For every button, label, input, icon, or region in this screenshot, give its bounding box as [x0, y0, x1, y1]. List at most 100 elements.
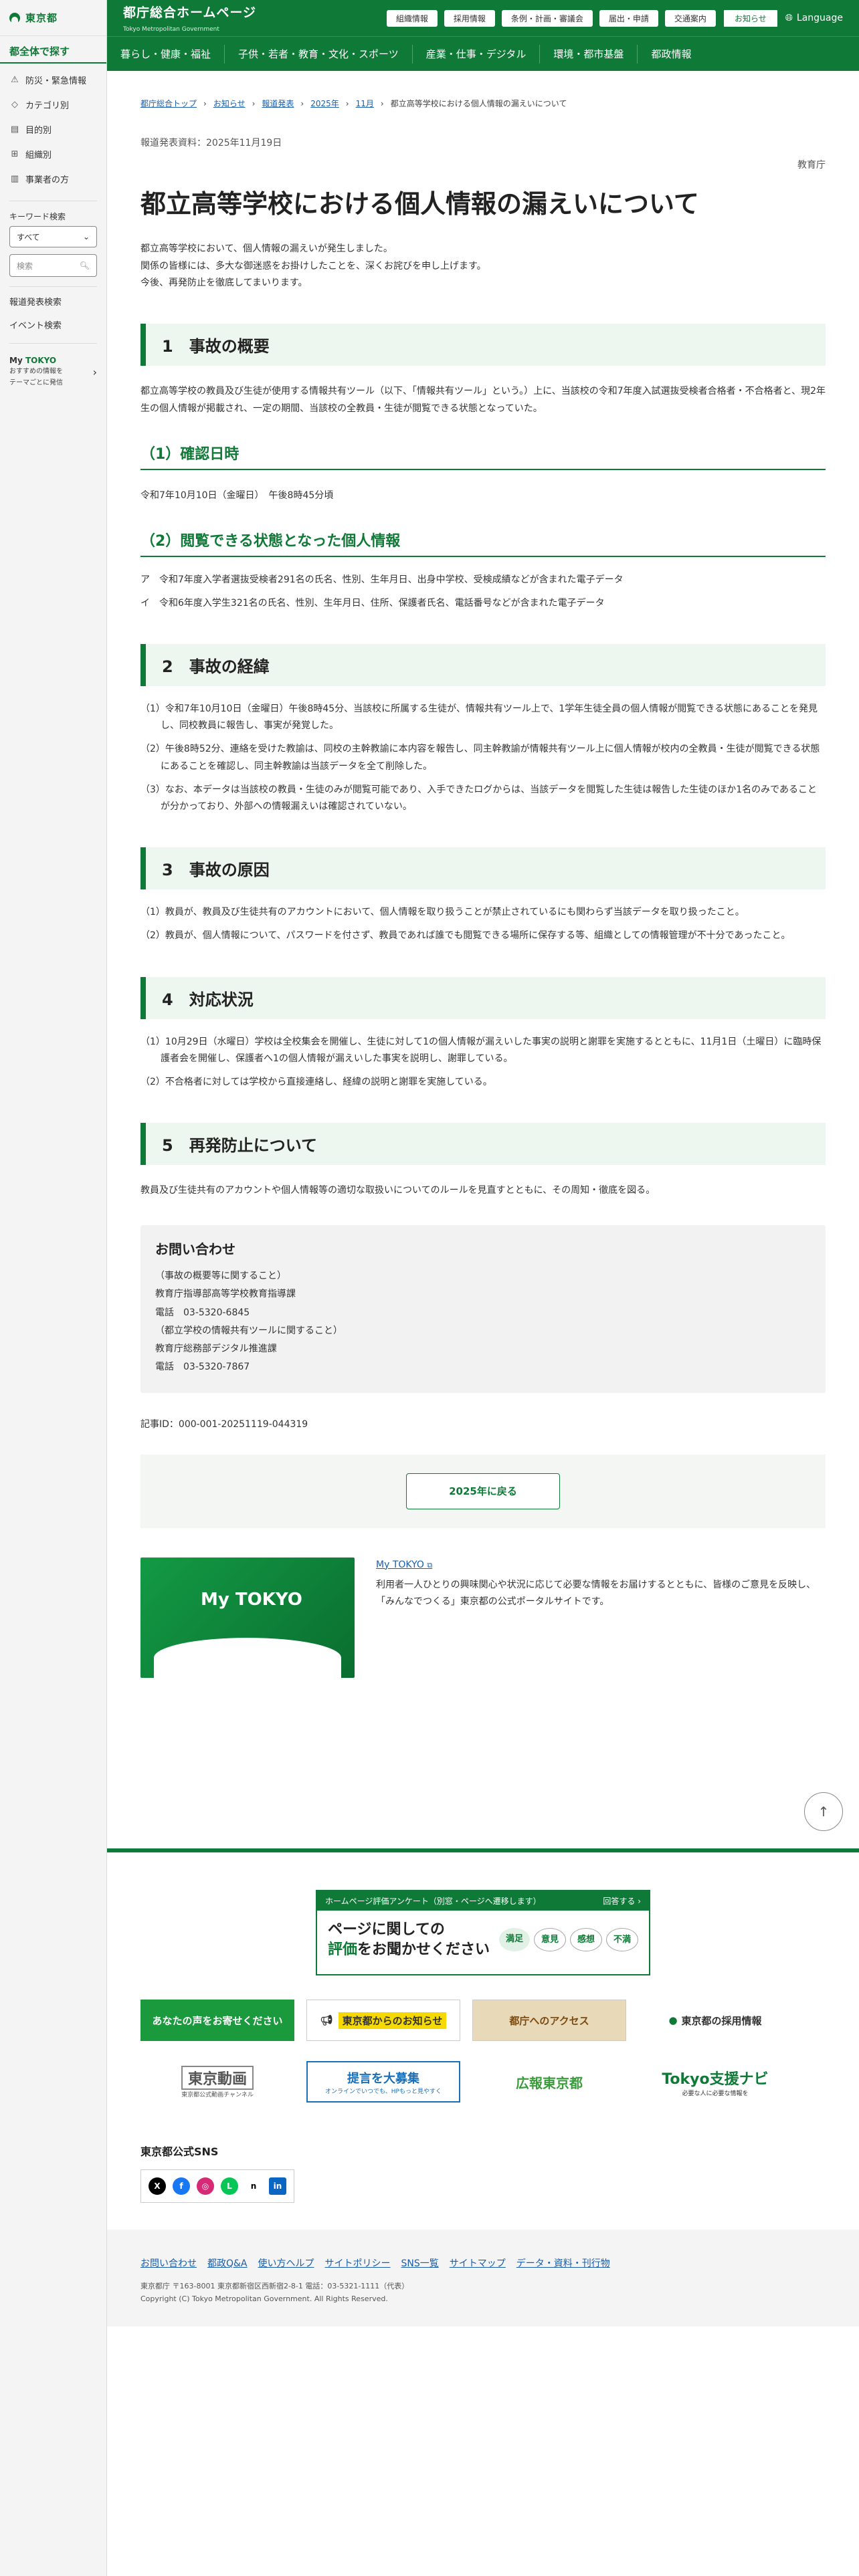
subheading-datetime: （1）確認日時 — [140, 442, 826, 470]
list-item: （1）10月29日（水曜日）学校は全校集会を開催し、生徒に対して1の個人情報が漏… — [140, 1036, 822, 1064]
gnav-item-government[interactable]: 都政情報 — [638, 45, 704, 64]
footer-link-data[interactable]: データ・資料・刊行物 — [516, 2256, 610, 2270]
mytokyo-text-link[interactable]: My TOKYO ⧉ — [376, 1560, 432, 1570]
sidebar-item-purpose[interactable]: ▤ 目的別 — [0, 117, 106, 142]
back-to-year-button[interactable]: 2025年に戻る — [406, 1473, 560, 1509]
banner-grid: あなたの声をお寄せください 📢︎ 東京都からのお知らせ 都庁へのアクセス ● 東京都… — [107, 1975, 859, 2103]
gnav-item-industry[interactable]: 産業・仕事・デジタル — [413, 44, 541, 64]
instagram-icon[interactable]: ◎ — [197, 2177, 214, 2195]
mytokyo-label: TOKYO — [25, 356, 57, 365]
gnav-item-environment[interactable]: 環境・都市基盤 — [540, 44, 638, 64]
linkedin-icon[interactable]: in — [269, 2177, 286, 2195]
banner-support-navi[interactable]: Tokyo支援ナビ 必要な人に必要な情報を — [638, 2061, 792, 2103]
event-search-link[interactable]: イベント検索 — [0, 310, 106, 334]
sidebar-item-organization[interactable]: ⊞ 組織別 — [0, 142, 106, 167]
banner-video[interactable]: 東京動画 東京都公式動画チャンネル — [140, 2061, 294, 2103]
footer-link-policy[interactable]: サイトポリシー — [325, 2256, 391, 2270]
sidebar-item-disaster[interactable]: ⚠ 防災・緊急情報 — [0, 68, 106, 92]
bubble: 意見 — [533, 1927, 566, 1952]
line-icon[interactable]: L — [221, 2177, 238, 2195]
chevron-right-icon: › — [300, 98, 304, 108]
banner-access[interactable]: 都庁へのアクセス — [472, 2000, 626, 2041]
util-link-ordinance[interactable]: 条例・計画・審議会 — [501, 9, 593, 27]
banner-label: 東京都からのお知らせ — [338, 2012, 447, 2029]
banner-label: 提言を大募集 — [347, 2071, 419, 2086]
section-heading-cause: 3 事故の原因 — [140, 847, 826, 890]
util-link-recruit[interactable]: 採用情報 — [444, 9, 495, 27]
mytokyo-sub2: テーマごとに発信 — [9, 379, 63, 387]
mytokyo-label-pre: My — [9, 356, 25, 365]
confirmation-datetime: 令和7年10月10日（金曜日） 午後8時45分頃 — [140, 490, 334, 501]
sidebar-item-category[interactable]: ◇ カテゴリ別 — [0, 92, 106, 117]
search-icon[interactable]: 🔍︎ — [80, 261, 90, 270]
scope-select-value: すべて — [17, 232, 40, 242]
footer-link-sns[interactable]: SNS一覧 — [401, 2256, 439, 2270]
list-item: （2）教員が、個人情報について、パスワードを付さず、教員であれば誰でも閲覧できる… — [140, 930, 791, 942]
mytokyo-link[interactable]: My TOKYO おすすめの情報を テーマごとに発信 › — [0, 344, 106, 388]
breadcrumb-notice[interactable]: お知らせ — [213, 98, 246, 109]
mytokyo-link-label: My TOKYO — [376, 1559, 424, 1570]
breadcrumb-month[interactable]: 11月 — [356, 98, 374, 109]
subheading-exposed-info: （2）閲覧できる状態となった個人情報 — [140, 529, 826, 557]
site-title: 都庁総合ホームページ — [123, 5, 257, 20]
footer-link-help[interactable]: 使い方ヘルプ — [258, 2256, 314, 2270]
notice-button[interactable]: お知らせ — [722, 8, 779, 28]
tokyo-mark-icon: ● — [668, 2014, 678, 2026]
scope-select[interactable]: すべて ⌄ — [9, 226, 97, 247]
breadcrumb-press[interactable]: 報道発表 — [262, 98, 294, 109]
breadcrumb-year[interactable]: 2025年 — [310, 98, 339, 109]
timeline-list: （1）令和7年10月10日（金曜日）午後8時45分、当該校に所属する生徒が、情報… — [107, 686, 859, 815]
sns-title: 東京都公式SNS — [140, 2145, 219, 2158]
chevron-right-icon: › — [92, 365, 97, 379]
util-link-organization[interactable]: 組織情報 — [386, 9, 438, 27]
footer-link-contact[interactable]: お問い合わせ — [140, 2256, 197, 2270]
language-label: Language — [796, 13, 843, 23]
mytokyo-text: My TOKYO おすすめの情報を テーマごとに発信 — [9, 356, 63, 388]
footer-link-sitemap[interactable]: サイトマップ — [450, 2256, 506, 2270]
facebook-icon[interactable]: f — [173, 2177, 190, 2195]
language-button[interactable]: 🌐︎ Language — [785, 13, 843, 23]
breadcrumb-top[interactable]: 都庁総合トップ — [140, 98, 197, 109]
util-link-application[interactable]: 届出・申請 — [599, 9, 658, 27]
banner-proposal[interactable]: 提言を大募集オンラインでいつでも、HPもっと見やすく — [306, 2061, 460, 2103]
sidebar-item-label: カテゴリ別 — [25, 101, 70, 111]
search-input[interactable]: 検索 🔍︎ — [9, 254, 97, 277]
lead-text: 都立高等学校において、個人情報の漏えいが発生しました。 関係の皆様には、多大な御… — [107, 221, 859, 292]
util-link-access[interactable]: 交通案内 — [664, 9, 716, 27]
footer-link-qa[interactable]: 都政Q&A — [207, 2256, 248, 2270]
survey-banner[interactable]: ホームページ評価アンケート（別窓・ページへ遷移します） 回答する › ページに関し… — [316, 1890, 650, 1975]
banner-voice[interactable]: あなたの声をお寄せください — [140, 2000, 294, 2041]
x-icon[interactable]: X — [149, 2177, 166, 2195]
org-icon: ⊞ — [11, 149, 19, 159]
back-to-top-button[interactable]: ↑ — [804, 1792, 843, 1831]
sidebar-item-business[interactable]: ▥ 事業者の方 — [0, 167, 106, 191]
utility-nav: 組織情報 採用情報 条例・計画・審議会 届出・申請 交通案内 お知らせ 🌐︎ La… — [386, 8, 843, 28]
sidebar-item-label: 防災・緊急情報 — [25, 76, 87, 86]
banner-recruit[interactable]: ● 東京都の採用情報 — [638, 2000, 792, 2041]
tokyo-mark-icon — [9, 12, 20, 23]
banner-notice[interactable]: 📢︎ 東京都からのお知らせ — [306, 2000, 460, 2041]
section-heading-prevention: 5 再発防止について — [140, 1123, 826, 1166]
survey-answer: 回答する › — [603, 1897, 641, 1906]
breadcrumb-current: 都立高等学校における個人情報の漏えいについて — [390, 99, 567, 108]
list-item: （1）令和7年10月10日（金曜日）午後8時45分、当該校に所属する生徒が、情報… — [140, 704, 818, 732]
mytokyo-banner[interactable]: My TOKYO — [140, 1557, 355, 1678]
tokyo-logo[interactable]: 東京都 — [0, 0, 106, 36]
list-item: イ 令和6年度入学生321名の氏名、性別、生年月日、住所、保護者氏名、電話番号な… — [140, 597, 605, 609]
mytokyo-info: My TOKYO ⧉ 利用者一人ひとりの興味関心や状況に応じて必要な情報をお届け… — [376, 1558, 826, 1678]
keyword-search-label: キーワード検索 — [9, 212, 66, 221]
contact-line: 電話 03-5320-6845 — [155, 1307, 250, 1318]
survey-body: ページに関しての 評価をお聞かせください 満足 意見 感想 不満 — [317, 1911, 649, 1969]
banner-sub: オンラインでいつでも、HPもっと見やすく — [325, 2088, 442, 2095]
banner-koho[interactable]: 広報東京都 — [472, 2061, 626, 2103]
note-icon[interactable]: n — [245, 2177, 262, 2195]
mytokyo-promo: My TOKYO My TOKYO ⧉ 利用者一人ひとりの興味関心や状況に応じて… — [107, 1528, 859, 1678]
survey-bubbles: 満足 意見 感想 不満 — [498, 1927, 638, 1952]
arrow-up-icon: ↑ — [818, 1804, 830, 1820]
footer-copyright: Copyright (C) Tokyo Metropolitan Governm… — [140, 2294, 388, 2303]
external-link-icon: ⧉ — [427, 1560, 433, 1570]
press-search-link[interactable]: 報道発表検索 — [0, 287, 106, 310]
site-brand[interactable]: 都庁総合ホームページ Tokyo Metropolitan Government — [123, 3, 256, 33]
gnav-item-education[interactable]: 子供・若者・教育・文化・スポーツ — [225, 44, 413, 64]
gnav-item-life[interactable]: 暮らし・健康・福祉 — [107, 44, 225, 64]
